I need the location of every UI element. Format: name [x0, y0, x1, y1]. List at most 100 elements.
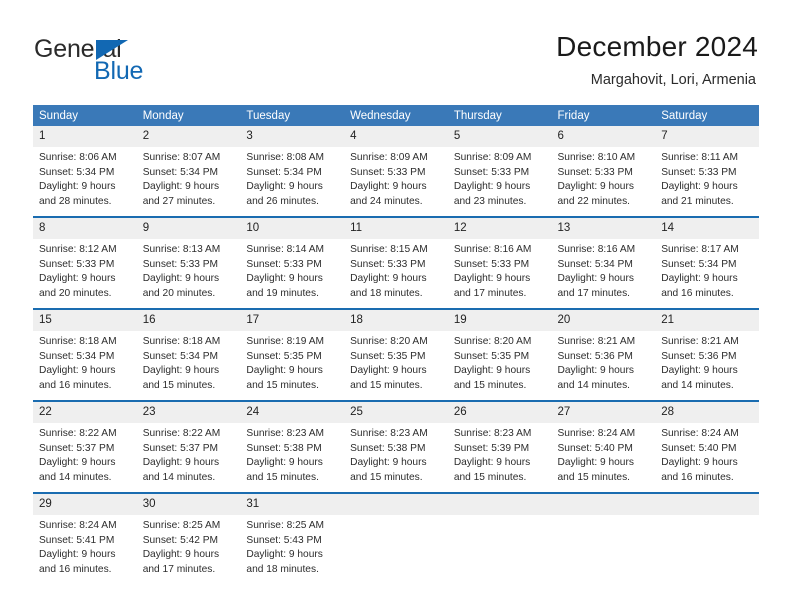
day-number: 20	[551, 310, 656, 331]
daylight-duration-line1: Daylight: 9 hours	[453, 457, 531, 469]
day-cell-inner: 11 Sunrise: 8:15 AM Sunset: 5:33 PM Dayligh…	[344, 218, 448, 302]
day-number: 30	[136, 494, 241, 515]
daylight-duration-line2: and 16 minutes.	[39, 379, 112, 391]
sunset-time: Sunset: 5:43 PM	[246, 534, 322, 546]
sunset-time: Sunset: 5:37 PM	[39, 442, 115, 454]
sunset-time: Sunset: 5:35 PM	[453, 350, 530, 362]
day-cell-inner: 1 Sunrise: 8:06 AM Sunset: 5:34 PM Daylight…	[33, 126, 137, 210]
logo-text-blue: Blue	[94, 57, 144, 85]
page-header: General Blue December 2024 Margahovit, L…	[0, 0, 792, 100]
calendar-week-row: 8 Sunrise: 8:12 AM Sunset: 5:33 PM Daylight…	[33, 218, 759, 302]
day-details: Sunrise: 8:18 AM Sunset: 5:34 PM Daylight:…	[33, 331, 137, 393]
calendar-day-cell[interactable]: 21 Sunrise: 8:21 AM Sunset: 5:36 PM Dayligh…	[655, 310, 759, 394]
sunrise-time: Sunrise: 8:09 AM	[453, 152, 532, 163]
calendar-day-cell[interactable]: 10 Sunrise: 8:14 AM Sunset: 5:33 PM Dayligh…	[240, 218, 345, 302]
calendar-day-cell[interactable]: 7 Sunrise: 8:11 AM Sunset: 5:33 PM Daylight…	[655, 126, 759, 210]
day-details: Sunrise: 8:11 AM Sunset: 5:33 PM Daylight:…	[655, 147, 759, 209]
sunset-time: Sunset: 5:34 PM	[142, 350, 219, 362]
calendar-day-cell[interactable]: 9 Sunrise: 8:13 AM Sunset: 5:33 PM Daylight…	[136, 218, 241, 302]
daylight-duration-line2: and 28 minutes.	[39, 195, 112, 207]
calendar-day-cell[interactable]: 11 Sunrise: 8:15 AM Sunset: 5:33 PM Dayligh…	[344, 218, 448, 302]
calendar-day-cell-empty	[447, 494, 552, 578]
day-number: 18	[344, 310, 448, 331]
sunrise-time: Sunrise: 8:19 AM	[246, 336, 324, 347]
day-number	[344, 494, 448, 515]
calendar-day-cell[interactable]: 19 Sunrise: 8:20 AM Sunset: 5:35 PM Dayligh…	[447, 310, 552, 394]
sunrise-time: Sunrise: 8:23 AM	[246, 428, 324, 439]
daylight-duration-line1: Daylight: 9 hours	[246, 181, 323, 193]
sunrise-time: Sunrise: 8:22 AM	[39, 428, 117, 439]
calendar-day-cell[interactable]: 23 Sunrise: 8:22 AM Sunset: 5:37 PM Dayligh…	[136, 402, 241, 486]
daylight-duration-line1: Daylight: 9 hours	[557, 273, 634, 285]
page-subtitle: Margahovit, Lori, Armenia	[590, 72, 756, 88]
calendar-page: General Blue December 2024 Margahovit, L…	[0, 0, 792, 612]
day-details: Sunrise: 8:07 AM Sunset: 5:34 PM Daylight:…	[137, 147, 241, 209]
day-cell-inner: 30 Sunrise: 8:25 AM Sunset: 5:42 PM Dayligh…	[136, 494, 241, 578]
daylight-duration-line1: Daylight: 9 hours	[39, 273, 116, 285]
day-number: 22	[33, 402, 137, 423]
day-cell-inner: 22 Sunrise: 8:22 AM Sunset: 5:37 PM Dayligh…	[33, 402, 137, 486]
day-details: Sunrise: 8:25 AM Sunset: 5:43 PM Daylight:…	[240, 515, 344, 577]
calendar-header-row: Sunday Monday Tuesday Wednesday Thursday…	[33, 105, 759, 126]
calendar-day-cell[interactable]: 16 Sunrise: 8:18 AM Sunset: 5:34 PM Dayligh…	[136, 310, 241, 394]
calendar-day-cell[interactable]: 20 Sunrise: 8:21 AM Sunset: 5:36 PM Dayligh…	[551, 310, 656, 394]
day-number	[655, 494, 759, 515]
calendar-day-cell[interactable]: 6 Sunrise: 8:10 AM Sunset: 5:33 PM Daylight…	[551, 126, 656, 210]
calendar-day-cell[interactable]: 17 Sunrise: 8:19 AM Sunset: 5:35 PM Dayligh…	[240, 310, 345, 394]
day-number: 13	[551, 218, 656, 239]
day-number: 15	[33, 310, 137, 331]
calendar-day-cell[interactable]: 4 Sunrise: 8:09 AM Sunset: 5:33 PM Daylight…	[344, 126, 448, 210]
sunset-time: Sunset: 5:36 PM	[661, 350, 737, 362]
day-details: Sunrise: 8:08 AM Sunset: 5:34 PM Daylight:…	[240, 147, 344, 209]
generalblue-logo: General Blue	[34, 36, 234, 88]
daylight-duration-line2: and 17 minutes.	[557, 287, 631, 299]
sunrise-time: Sunrise: 8:16 AM	[453, 244, 532, 255]
weekday-header-sunday: Sunday	[33, 105, 137, 126]
calendar-day-cell[interactable]: 30 Sunrise: 8:25 AM Sunset: 5:42 PM Dayligh…	[136, 494, 241, 578]
calendar-day-cell[interactable]: 28 Sunrise: 8:24 AM Sunset: 5:40 PM Dayligh…	[655, 402, 759, 486]
calendar-day-cell[interactable]: 27 Sunrise: 8:24 AM Sunset: 5:40 PM Dayligh…	[551, 402, 656, 486]
calendar-day-cell[interactable]: 2 Sunrise: 8:07 AM Sunset: 5:34 PM Daylight…	[136, 126, 241, 210]
calendar-day-cell[interactable]: 26 Sunrise: 8:23 AM Sunset: 5:39 PM Dayligh…	[447, 402, 552, 486]
calendar-day-cell[interactable]: 5 Sunrise: 8:09 AM Sunset: 5:33 PM Daylight…	[447, 126, 552, 210]
weekday-header-monday: Monday	[136, 105, 241, 126]
daylight-duration-line1: Daylight: 9 hours	[142, 457, 220, 469]
sunrise-time: Sunrise: 8:14 AM	[246, 244, 324, 255]
calendar-day-cell[interactable]: 12 Sunrise: 8:16 AM Sunset: 5:33 PM Dayligh…	[447, 218, 552, 302]
day-cell-inner: 13 Sunrise: 8:16 AM Sunset: 5:34 PM Dayligh…	[551, 218, 656, 302]
daylight-duration-line2: and 20 minutes.	[39, 287, 112, 299]
calendar-day-cell[interactable]: 15 Sunrise: 8:18 AM Sunset: 5:34 PM Dayligh…	[33, 310, 137, 394]
calendar-day-cell[interactable]: 24 Sunrise: 8:23 AM Sunset: 5:38 PM Dayligh…	[240, 402, 345, 486]
daylight-duration-line1: Daylight: 9 hours	[39, 457, 116, 469]
daylight-duration-line1: Daylight: 9 hours	[39, 365, 116, 377]
page-title: December 2024	[556, 31, 758, 62]
calendar-day-cell[interactable]: 14 Sunrise: 8:17 AM Sunset: 5:34 PM Dayligh…	[655, 218, 759, 302]
day-number: 31	[240, 494, 345, 515]
day-number: 14	[655, 218, 759, 239]
sunrise-time: Sunrise: 8:16 AM	[557, 244, 636, 255]
daylight-duration-line1: Daylight: 9 hours	[142, 181, 220, 193]
sunset-time: Sunset: 5:38 PM	[246, 442, 322, 454]
daylight-duration-line2: and 21 minutes.	[661, 195, 734, 207]
daylight-duration-line2: and 14 minutes.	[557, 379, 631, 391]
calendar-day-cell[interactable]: 1 Sunrise: 8:06 AM Sunset: 5:34 PM Daylight…	[33, 126, 137, 210]
day-number: 3	[240, 126, 345, 147]
calendar-day-cell-empty	[344, 494, 448, 578]
sunset-time: Sunset: 5:42 PM	[142, 534, 219, 546]
calendar-day-cell[interactable]: 22 Sunrise: 8:22 AM Sunset: 5:37 PM Dayligh…	[33, 402, 137, 486]
daylight-duration-line2: and 17 minutes.	[453, 287, 527, 299]
calendar-day-cell[interactable]: 3 Sunrise: 8:08 AM Sunset: 5:34 PM Daylight…	[240, 126, 345, 210]
daylight-duration-line1: Daylight: 9 hours	[142, 549, 220, 561]
calendar-day-cell[interactable]: 29 Sunrise: 8:24 AM Sunset: 5:41 PM Dayligh…	[33, 494, 137, 578]
calendar-day-cell[interactable]: 13 Sunrise: 8:16 AM Sunset: 5:34 PM Dayligh…	[551, 218, 656, 302]
day-number: 8	[33, 218, 137, 239]
calendar-day-cell[interactable]: 18 Sunrise: 8:20 AM Sunset: 5:35 PM Dayligh…	[344, 310, 448, 394]
day-details: Sunrise: 8:23 AM Sunset: 5:38 PM Daylight:…	[240, 423, 344, 485]
day-cell-inner: 6 Sunrise: 8:10 AM Sunset: 5:33 PM Daylight…	[551, 126, 656, 210]
calendar-day-cell[interactable]: 8 Sunrise: 8:12 AM Sunset: 5:33 PM Daylight…	[33, 218, 137, 302]
sunrise-time: Sunrise: 8:09 AM	[350, 152, 428, 163]
calendar-day-cell[interactable]: 25 Sunrise: 8:23 AM Sunset: 5:38 PM Dayligh…	[344, 402, 448, 486]
sunset-time: Sunset: 5:36 PM	[557, 350, 633, 362]
calendar-day-cell[interactable]: 31 Sunrise: 8:25 AM Sunset: 5:43 PM Dayligh…	[240, 494, 345, 578]
day-cell-inner: 14 Sunrise: 8:17 AM Sunset: 5:34 PM Dayligh…	[655, 218, 759, 302]
